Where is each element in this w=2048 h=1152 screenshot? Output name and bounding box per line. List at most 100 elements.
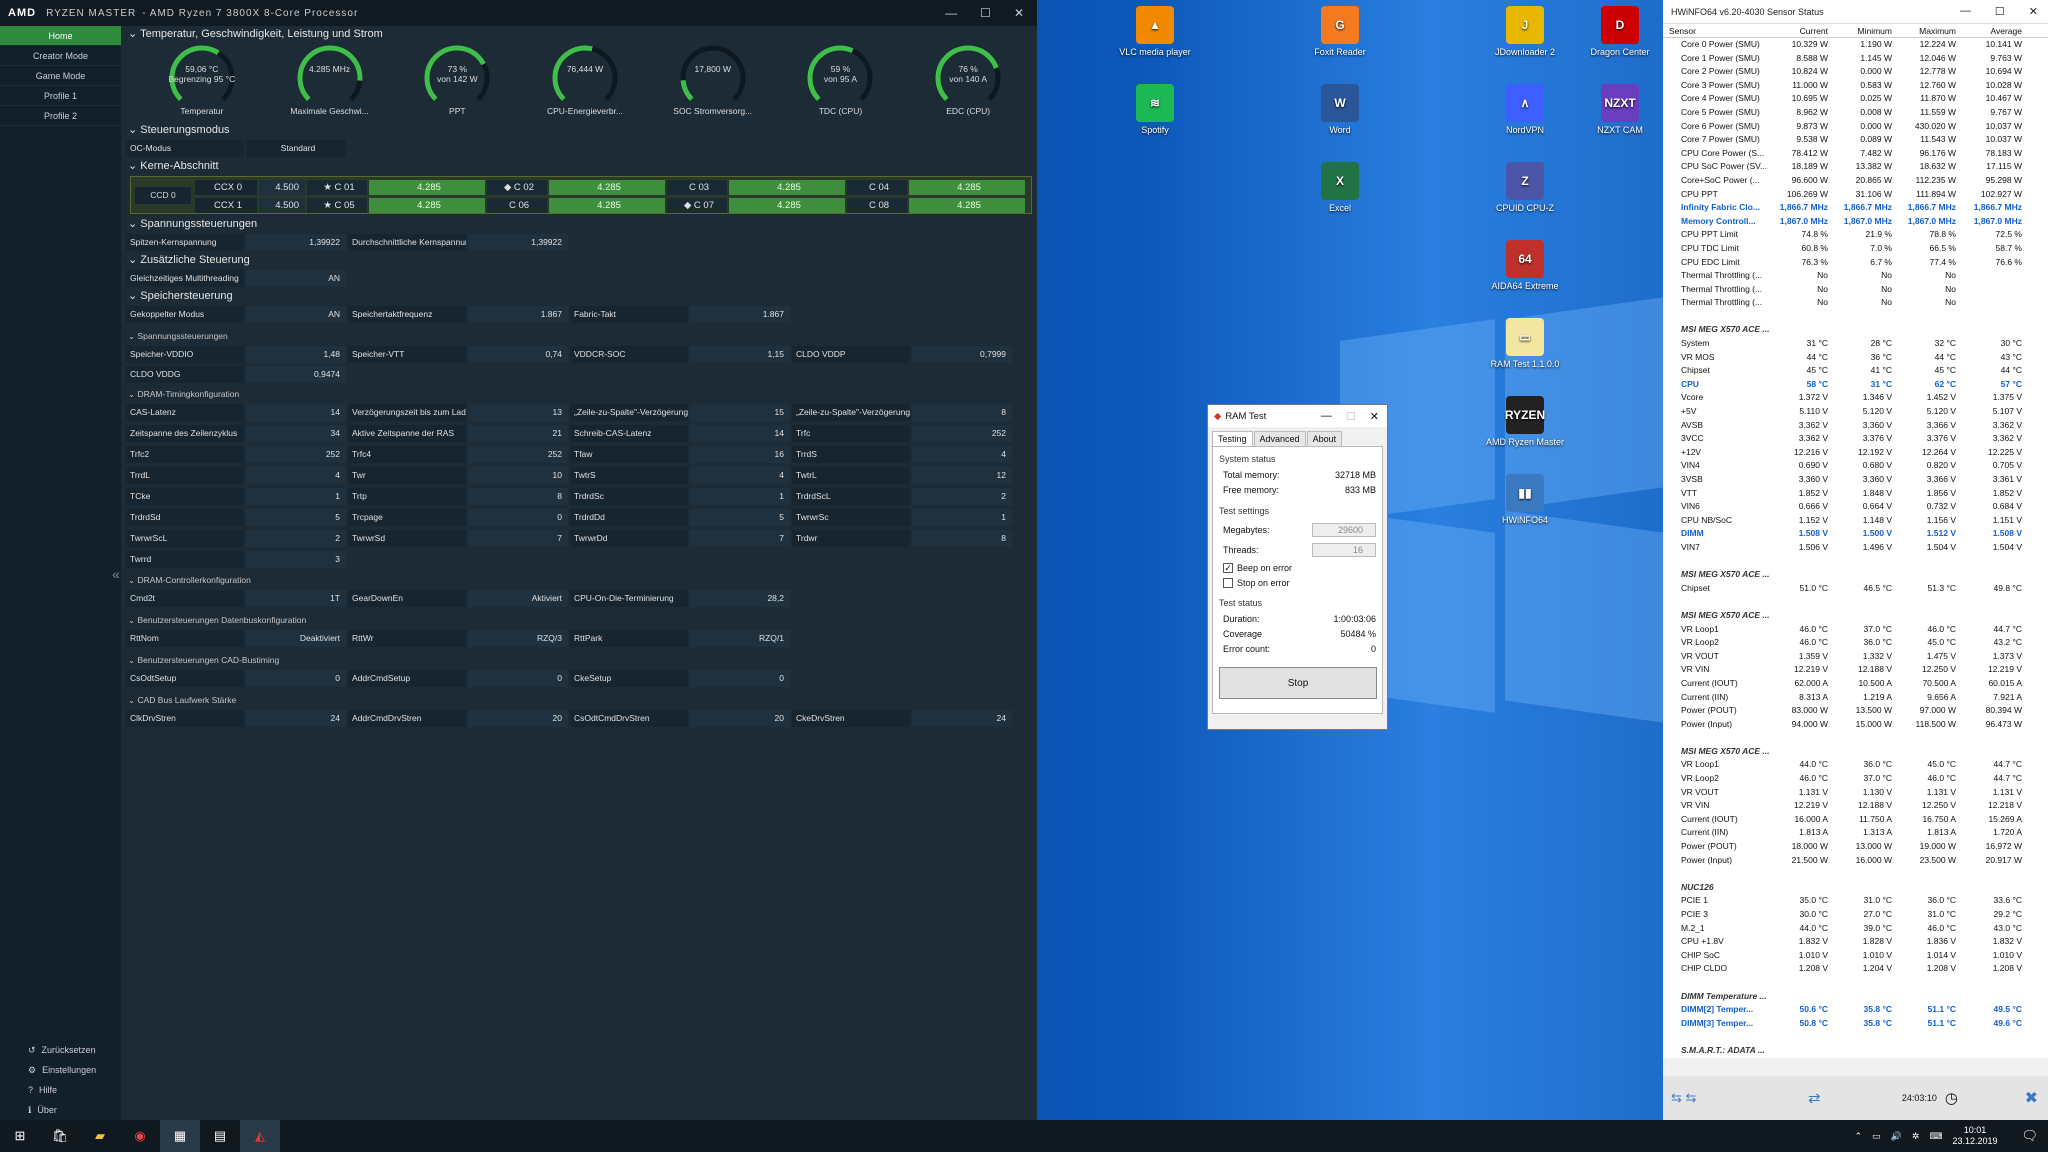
sensor-row[interactable]: Core 0 Power (SMU) 10.329 W 1.190 W 12.224 … [1663,38,2048,52]
desktop-icon-aida64-extreme[interactable]: 64 AIDA64 Extreme [1480,240,1570,291]
sensor-group[interactable]: S.M.A.R.T.: ADATA ... [1663,1044,2048,1058]
subsection-databus[interactable]: ⌄ Benutzersteuerungen Datenbuskonfigurat… [126,612,1032,628]
core-freq[interactable]: 4.285 [729,197,845,213]
timing-value[interactable]: 252 [468,446,568,463]
sensor-row[interactable]: Core 4 Power (SMU) 10.695 W 0.025 W 11.870 … [1663,92,2048,106]
setting-value[interactable]: 0 [690,669,790,687]
nav-item-profile-2[interactable]: Profile 2 [0,106,121,126]
desktop-icon-vlc-media-player[interactable]: ▲ VLC media player [1110,6,1200,57]
chrome-icon[interactable]: ◉ [120,1120,160,1152]
sensor-row[interactable]: VR Loop1 44.0 °C 36.0 °C 45.0 °C 44.7 °C [1663,758,2048,772]
desktop-icon-excel[interactable]: X Excel [1295,162,1385,213]
setting-value[interactable]: 1,39922 [246,233,346,251]
sensor-row[interactable]: Thermal Throttling (... No No No [1663,283,2048,297]
core-freq[interactable]: 4.285 [369,197,485,213]
col-header[interactable]: Average [1956,24,2022,37]
sensor-row[interactable]: Thermal Throttling (... No No No [1663,296,2048,310]
sensor-row[interactable]: Current (IOUT) 16.000 A 11.750 A 16.750 A 15… [1663,813,2048,827]
setting-value[interactable]: 0,74 [468,345,568,363]
notifications-icon[interactable]: 🗨 [2021,1128,2038,1144]
timing-value[interactable]: 12 [912,467,1012,484]
sensor-group[interactable]: MSI MEG X570 ACE ... [1663,323,2048,337]
sensor-row[interactable]: Vcore 1.372 V 1.346 V 1.452 V 1.375 V [1663,391,2048,405]
network-tray-icon[interactable]: ▭ [1872,1131,1881,1142]
sensor-row[interactable]: VR Loop2 46.0 °C 36.0 °C 45.0 °C 43.2 °C [1663,636,2048,650]
ryzen-master-taskbar-icon[interactable]: ◭ [240,1120,280,1152]
setting-value[interactable]: Aktiviert [468,589,568,607]
setting-value[interactable]: 1.867 [468,305,568,323]
sensor-row[interactable]: VR VIN 12.219 V 12.188 V 12.250 V 12.219 V [1663,663,2048,677]
setting-value[interactable]: 0,7999 [912,345,1012,363]
col-header[interactable]: Maximum [1892,24,1956,37]
sensor-row[interactable]: VR MOS 44 °C 36 °C 44 °C 43 °C [1663,351,2048,365]
setting-value[interactable]: 0,9474 [246,365,346,383]
sensor-row[interactable]: CPU TDC Limit 60.8 % 7.0 % 66.5 % 58.7 % [1663,242,2048,256]
setting-value[interactable]: 28,2 [690,589,790,607]
sensor-row[interactable]: Current (IIN) 1.813 A 1.313 A 1.813 A 1.720 … [1663,826,2048,840]
sensor-row[interactable]: Core 7 Power (SMU) 9.538 W 0.089 W 11.543 W… [1663,133,2048,147]
nav-bottom-1[interactable]: ⚙ Einstellungen [0,1060,121,1080]
sensor-row[interactable]: Chipset 45 °C 41 °C 45 °C 44 °C [1663,364,2048,378]
sensor-row[interactable]: CHIP CLDO 1.208 V 1.204 V 1.208 V 1.208 V [1663,962,2048,976]
desktop-icon-cpuid-cpu-z[interactable]: Z CPUID CPU-Z [1480,162,1570,213]
sensor-row[interactable] [1663,310,2048,324]
minimize-icon[interactable]: — [1321,410,1332,423]
nav-item-game-mode[interactable]: Game Mode [0,66,121,86]
setting-value[interactable]: AN [246,269,346,287]
timing-value[interactable]: 8 [912,404,1012,421]
sensor-row[interactable]: VR VOUT 1.131 V 1.130 V 1.131 V 1.131 V [1663,786,2048,800]
sensor-row[interactable]: Chipset 51.0 °C 46.5 °C 51.3 °C 49.8 °C [1663,582,2048,596]
timing-value[interactable]: 2 [912,488,1012,505]
nav-bottom-2[interactable]: ? Hilfe [0,1080,121,1100]
maximize-icon[interactable]: ☐ [1995,5,2005,18]
subsection-memory-voltage[interactable]: ⌄ Spannungssteuerungen [126,328,1032,344]
sensor-row[interactable]: VIN4 0.690 V 0.680 V 0.820 V 0.705 V [1663,459,2048,473]
section-memory[interactable]: ⌄ Speichersteuerung [126,288,1032,304]
desktop-icon-ram-test-1-1-0-0[interactable]: ▭ RAM Test 1.1.0.0 [1480,318,1570,369]
close-icon[interactable]: ✕ [1370,410,1379,423]
sensor-row[interactable]: System 31 °C 28 °C 32 °C 30 °C [1663,337,2048,351]
store-icon[interactable]: 🛍 [40,1120,80,1152]
sensor-row[interactable]: VIN6 0.666 V 0.664 V 0.732 V 0.684 V [1663,500,2048,514]
network-icon[interactable]: ⇄ [1808,1089,1821,1107]
core-freq[interactable]: 4.285 [549,197,665,213]
ram-test-taskbar-icon[interactable]: ▤ [200,1120,240,1152]
sensor-row[interactable]: CPU NB/SoC 1.152 V 1.148 V 1.156 V 1.151 V [1663,514,2048,528]
desktop-icon-jdownloader-2[interactable]: J JDownloader 2 [1480,6,1570,57]
subsection-cad-drive[interactable]: ⌄ CAD Bus Laufwerk Stärke [126,692,1032,708]
sensor-row[interactable] [1663,595,2048,609]
core-freq[interactable]: 4.285 [549,179,665,195]
setting-value[interactable]: 1T [246,589,346,607]
core-freq[interactable]: 4.285 [729,179,845,195]
timing-value[interactable]: 16 [690,446,790,463]
timing-value[interactable]: 4 [246,467,346,484]
subsection-dram-timing[interactable]: ⌄ DRAM-Timingkonfiguration [126,386,1032,402]
nav-bottom-3[interactable]: ℹ Über [0,1100,121,1120]
core-freq[interactable]: 4.285 [909,197,1025,213]
nav-item-creator-mode[interactable]: Creator Mode [0,46,121,66]
beep-on-error-checkbox[interactable]: ✓ [1223,562,1233,573]
sensor-row[interactable]: DIMM[3] Temper... 50.8 °C 35.8 °C 51.1 °C 49… [1663,1017,2048,1031]
setting-value[interactable]: 24 [246,709,346,727]
desktop-icon-spotify[interactable]: ≋ Spotify [1110,84,1200,135]
sensor-row[interactable]: Current (IOUT) 62.000 A 10.500 A 70.500 A 60… [1663,677,2048,691]
file-explorer-icon[interactable]: ▰ [80,1120,120,1152]
megabytes-input[interactable]: 29600 [1312,523,1376,537]
sensor-row[interactable]: M.2_1 44.0 °C 39.0 °C 46.0 °C 43.0 °C [1663,922,2048,936]
setting-value[interactable]: 0 [246,669,346,687]
sensor-row[interactable]: AVSB 3.362 V 3.360 V 3.366 V 3.362 V [1663,419,2048,433]
maximize-icon[interactable]: ☐ [980,6,992,20]
threads-input[interactable]: 16 [1312,543,1376,557]
close-sensors-icon[interactable]: ✖ [2025,1088,2038,1108]
sensor-row[interactable]: CPU 58 °C 31 °C 62 °C 57 °C [1663,378,2048,392]
sensor-row[interactable] [1663,731,2048,745]
timing-value[interactable]: 252 [246,446,346,463]
sensor-group[interactable]: NUC126 [1663,881,2048,895]
desktop-icon-word[interactable]: W Word [1295,84,1385,135]
col-header[interactable]: Current [1768,24,1828,37]
stop-button[interactable]: Stop [1219,667,1377,699]
setting-value[interactable]: 1,39922 [468,233,568,251]
stop-on-error-checkbox[interactable] [1223,577,1233,588]
section-additional[interactable]: ⌄ Zusätzliche Steuerung [126,252,1032,268]
timing-value[interactable]: 252 [912,425,1012,442]
